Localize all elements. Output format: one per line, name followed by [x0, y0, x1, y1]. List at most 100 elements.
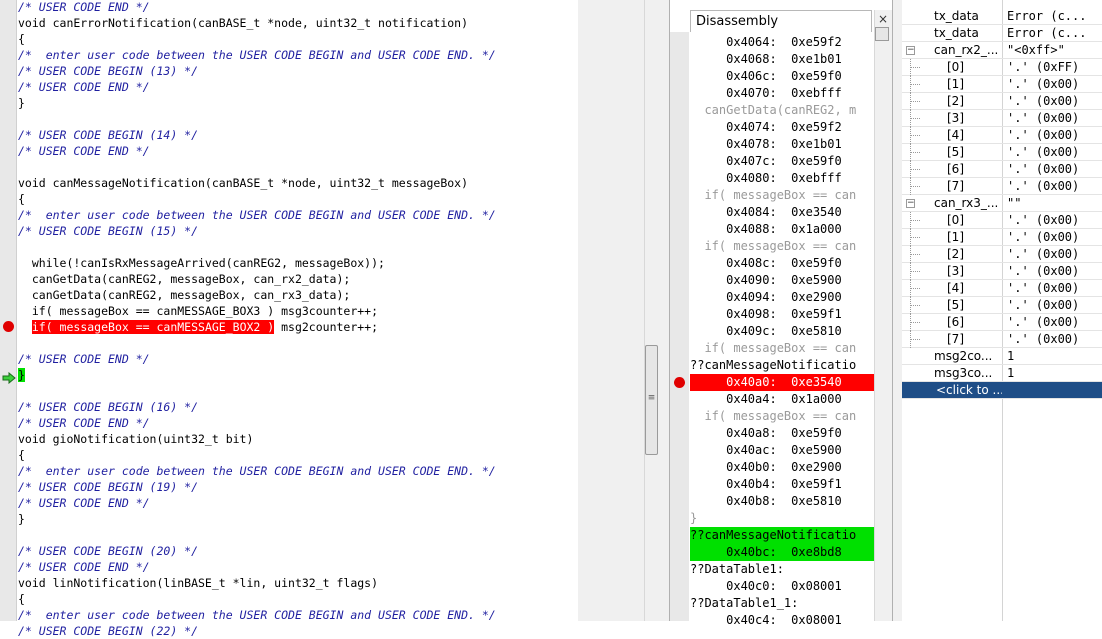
watch-row[interactable]: msg2co... 1 [902, 348, 1102, 365]
watch-row[interactable]: [1] '.' (0x00) [902, 229, 1102, 246]
watch-row[interactable]: [2] '.' (0x00) [902, 246, 1102, 263]
code-line[interactable]: /* USER CODE BEGIN (14) */ [18, 127, 198, 143]
code-line[interactable]: void canMessageNotification(canBASE_t *n… [18, 175, 468, 191]
watch-row[interactable]: [3] '.' (0x00) [902, 110, 1102, 127]
editor-scroll-thumb[interactable]: ≡ [645, 345, 658, 455]
editor-vertical-scrollbar[interactable] [644, 0, 661, 621]
watch-row[interactable]: [4] '.' (0x00) [902, 127, 1102, 144]
disassembly-line[interactable]: if( messageBox == can [690, 187, 874, 204]
code-line[interactable]: /* USER CODE BEGIN (15) */ [18, 223, 198, 239]
disassembly-line[interactable]: 0x408c: 0xe59f0 [690, 255, 874, 272]
watch-row[interactable]: tx_data Error (c... [902, 25, 1102, 42]
breakpoint-icon[interactable] [3, 321, 14, 332]
watch-row[interactable]: [1] '.' (0x00) [902, 76, 1102, 93]
pane-splitter[interactable] [660, 0, 669, 621]
watch-row[interactable]: [7] '.' (0x00) [902, 331, 1102, 348]
code-line[interactable]: /* USER CODE BEGIN (19) */ [18, 479, 198, 495]
code-line[interactable]: /* USER CODE END */ [18, 0, 150, 15]
disassembly-line[interactable]: 0x406c: 0xe59f0 [690, 68, 874, 85]
watch-row[interactable]: [2] '.' (0x00) [902, 93, 1102, 110]
code-line[interactable]: } [18, 95, 25, 111]
disassembly-line[interactable]: 0x407c: 0xe59f0 [690, 153, 874, 170]
disassembly-line[interactable]: ??DataTable1: [690, 561, 874, 578]
code-line[interactable]: void canErrorNotification(canBASE_t *nod… [18, 15, 468, 31]
watch-row[interactable]: [0] '.' (0x00) [902, 212, 1102, 229]
disassembly-line[interactable]: 0x4070: 0xebfff [690, 85, 874, 102]
disassembly-line[interactable]: ??DataTable1_1: [690, 595, 874, 612]
code-line[interactable]: /* USER CODE BEGIN (22) */ [18, 623, 198, 639]
code-line[interactable]: { [18, 191, 25, 207]
disassembly-line[interactable]: 0x4080: 0xebfff [690, 170, 874, 187]
disassembly-scroll-thumb[interactable] [875, 27, 889, 41]
code-line[interactable]: /* USER CODE END */ [18, 495, 150, 511]
disassembly-line[interactable]: if( messageBox == can [690, 340, 874, 357]
watch-row[interactable]: <click to ... [902, 382, 1102, 399]
disassembly-line[interactable]: 0x4084: 0xe3540 [690, 204, 874, 221]
disassembly-line[interactable]: 0x4068: 0xe1b01 [690, 51, 874, 68]
code-line[interactable]: /* enter user code between the USER CODE… [18, 463, 496, 479]
code-line[interactable]: if( messageBox == canMESSAGE_BOX2 ) msg2… [18, 319, 378, 335]
code-line[interactable]: /* USER CODE BEGIN (13) */ [18, 63, 198, 79]
disassembly-line[interactable]: 0x40bc: 0xe8bd8 [690, 544, 874, 561]
watch-row[interactable]: − can_rx2_... "<0xff>" [902, 42, 1102, 59]
code-line[interactable]: /* USER CODE END */ [18, 415, 150, 431]
code-line[interactable]: { [18, 591, 25, 607]
disassembly-tab[interactable]: Disassembly [690, 10, 872, 32]
watch-row[interactable]: [6] '.' (0x00) [902, 161, 1102, 178]
watch-row[interactable]: [5] '.' (0x00) [902, 144, 1102, 161]
code-line[interactable]: void gioNotification(uint32_t bit) [18, 431, 253, 447]
disassembly-line[interactable]: if( messageBox == can [690, 408, 874, 425]
disassembly-line[interactable]: 0x40b4: 0xe59f1 [690, 476, 874, 493]
code-line[interactable]: while(!canIsRxMessageArrived(canREG2, me… [18, 255, 385, 271]
code-line[interactable]: canGetData(canREG2, messageBox, can_rx2_… [18, 271, 351, 287]
code-line[interactable]: /* USER CODE BEGIN (20) */ [18, 543, 198, 559]
code-line[interactable]: /* USER CODE END */ [18, 79, 150, 95]
breakpoint-icon[interactable] [674, 377, 685, 388]
code-line[interactable]: } [18, 367, 25, 383]
disassembly-line[interactable]: 0x4094: 0xe2900 [690, 289, 874, 306]
close-icon[interactable]: × [876, 12, 890, 26]
disassembly-line[interactable]: 0x4074: 0xe59f2 [690, 119, 874, 136]
watch-row[interactable]: tx_data Error (c... [902, 8, 1102, 25]
code-line[interactable]: /* enter user code between the USER CODE… [18, 47, 496, 63]
disassembly-line[interactable]: if( messageBox == can [690, 238, 874, 255]
disassembly-line[interactable]: ??canMessageNotificatio [690, 357, 874, 374]
code-line[interactable]: { [18, 31, 25, 47]
watch-row[interactable]: [3] '.' (0x00) [902, 263, 1102, 280]
disassembly-line[interactable]: ??canMessageNotificatio [690, 527, 874, 544]
disassembly-gutter[interactable] [670, 32, 689, 621]
disassembly-line[interactable]: 0x40a8: 0xe59f0 [690, 425, 874, 442]
code-line[interactable]: /* USER CODE END */ [18, 351, 150, 367]
disassembly-line[interactable]: 0x4088: 0x1a000 [690, 221, 874, 238]
watch-row[interactable]: [4] '.' (0x00) [902, 280, 1102, 297]
watch-row[interactable]: [0] '.' (0xFF) [902, 59, 1102, 76]
watch-row[interactable]: msg3co... 1 [902, 365, 1102, 382]
watch-row[interactable]: [6] '.' (0x00) [902, 314, 1102, 331]
watch-row[interactable]: − can_rx3_... "" [902, 195, 1102, 212]
code-line[interactable]: { [18, 447, 25, 463]
code-line[interactable]: if( messageBox == canMESSAGE_BOX3 ) msg3… [18, 303, 378, 319]
code-line[interactable]: /* USER CODE END */ [18, 143, 150, 159]
disassembly-line[interactable]: 0x4090: 0xe5900 [690, 272, 874, 289]
code-line[interactable]: canGetData(canREG2, messageBox, can_rx3_… [18, 287, 351, 303]
disassembly-line[interactable]: 0x40c0: 0x08001 [690, 578, 874, 595]
watch-row[interactable]: [5] '.' (0x00) [902, 297, 1102, 314]
code-line[interactable]: /* enter user code between the USER CODE… [18, 207, 496, 223]
disassembly-line[interactable]: 0x40ac: 0xe5900 [690, 442, 874, 459]
disassembly-line[interactable]: 0x40b8: 0xe5810 [690, 493, 874, 510]
disassembly-line[interactable]: 0x4098: 0xe59f1 [690, 306, 874, 323]
code-line[interactable]: void linNotification(linBASE_t *lin, uin… [18, 575, 378, 591]
code-line[interactable]: /* USER CODE END */ [18, 559, 150, 575]
disassembly-vertical-scrollbar[interactable] [874, 10, 892, 621]
code-line[interactable]: } [18, 511, 25, 527]
watch-row[interactable]: [7] '.' (0x00) [902, 178, 1102, 195]
disassembly-line[interactable]: 0x40b0: 0xe2900 [690, 459, 874, 476]
disassembly-line[interactable]: 0x4078: 0xe1b01 [690, 136, 874, 153]
code-line[interactable]: /* USER CODE BEGIN (16) */ [18, 399, 198, 415]
disassembly-line[interactable]: 0x40a0: 0xe3540 [690, 374, 874, 391]
disassembly-line[interactable]: canGetData(canREG2, m [690, 102, 874, 119]
disassembly-line[interactable]: 0x4064: 0xe59f2 [690, 34, 874, 51]
disassembly-line[interactable]: } [690, 510, 874, 527]
disassembly-line[interactable]: 0x409c: 0xe5810 [690, 323, 874, 340]
editor-gutter[interactable] [0, 0, 17, 621]
